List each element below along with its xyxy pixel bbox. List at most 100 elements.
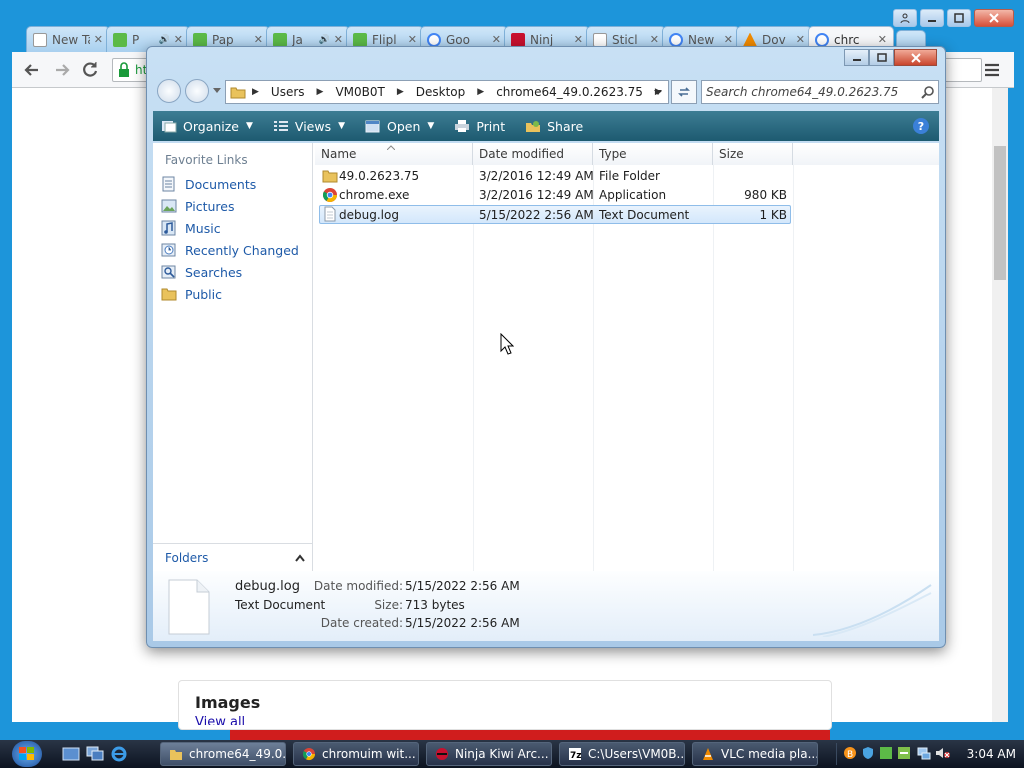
- views-button[interactable]: Views ▼: [273, 119, 345, 134]
- green-app-tray-icon[interactable]: [879, 746, 893, 760]
- breadcrumb-current-folder[interactable]: chrome64_49.0.2623.75: [496, 85, 643, 99]
- close-button[interactable]: [974, 9, 1014, 27]
- column-header-label: Type: [599, 147, 627, 161]
- maximize-button[interactable]: [947, 9, 971, 27]
- reload-icon[interactable]: [80, 60, 100, 80]
- tab-close-icon[interactable]: ✕: [574, 33, 583, 46]
- browser-tab[interactable]: New Ta ✕: [26, 26, 110, 52]
- audio-playing-icon[interactable]: 🔊: [159, 35, 170, 45]
- text-file-large-icon: [168, 579, 210, 635]
- shield-icon[interactable]: [861, 746, 875, 760]
- organize-icon: [162, 121, 177, 133]
- search-input[interactable]: Search chrome64_49.0.2623.75: [701, 80, 939, 104]
- profile-button[interactable]: [893, 9, 917, 27]
- forward-button[interactable]: [185, 79, 209, 103]
- taskbar-button-chrome[interactable]: chromuim wit...: [293, 742, 419, 766]
- tab-close-icon[interactable]: ✕: [334, 33, 343, 46]
- browser-tab-label: Dov: [762, 32, 786, 47]
- explorer-minimize-button[interactable]: [844, 49, 869, 66]
- volume-muted-icon[interactable]: [935, 746, 951, 760]
- page-red-banner: [230, 730, 830, 740]
- taskbar-button-ninja-kiwi[interactable]: Ninja Kiwi Arc...: [426, 742, 552, 766]
- print-icon: [455, 120, 470, 132]
- tab-close-icon[interactable]: ✕: [796, 33, 805, 46]
- view-all-link[interactable]: View all: [195, 715, 245, 725]
- network-app-tray-icon[interactable]: [897, 746, 911, 760]
- details-date-created: 5/15/2022 2:56 AM: [405, 616, 520, 630]
- breadcrumb-separator[interactable]: ▶: [252, 87, 259, 97]
- file-row-selected[interactable]: debug.log 5/15/2022 2:56 AM Text Documen…: [319, 205, 791, 224]
- bitcoin-icon[interactable]: B: [843, 746, 857, 760]
- refresh-button[interactable]: [671, 80, 697, 104]
- breadcrumb-user[interactable]: VM0B0T: [335, 85, 384, 99]
- browser-tab-label: Sticl: [612, 32, 638, 47]
- address-bar[interactable]: ▶ Users ▶ VM0B0T ▶ Desktop ▶ chrome64_49…: [225, 80, 669, 104]
- minimize-button[interactable]: [920, 9, 944, 27]
- tab-close-icon[interactable]: ✕: [408, 33, 417, 46]
- tab-close-icon[interactable]: ✕: [878, 33, 887, 46]
- explorer-close-button[interactable]: [894, 49, 937, 66]
- breadcrumb-separator[interactable]: ▶: [477, 87, 484, 97]
- tab-close-icon[interactable]: ✕: [650, 33, 659, 46]
- tab-close-icon[interactable]: ✕: [174, 33, 183, 46]
- network-icon[interactable]: [917, 746, 931, 760]
- browser-tab-label: P: [132, 32, 140, 47]
- browser-tab-label: Pap: [212, 32, 234, 47]
- back-arrow-icon[interactable]: [22, 60, 42, 80]
- internet-explorer-icon[interactable]: [110, 745, 128, 763]
- favorite-link-music[interactable]: Music: [161, 217, 221, 239]
- share-button[interactable]: Share: [525, 119, 583, 134]
- back-button[interactable]: [157, 79, 181, 103]
- recent-pages-chevron-icon[interactable]: [213, 88, 221, 94]
- favorite-link-pictures[interactable]: Pictures: [161, 195, 235, 217]
- mouse-cursor-icon: [500, 333, 514, 355]
- taskbar-button-explorer[interactable]: chrome64_49.0...: [160, 742, 286, 766]
- explorer-maximize-button[interactable]: [869, 49, 894, 66]
- tab-close-icon[interactable]: ✕: [492, 33, 501, 46]
- breadcrumb-desktop[interactable]: Desktop: [416, 85, 466, 99]
- favorite-link-public[interactable]: Public: [161, 283, 222, 305]
- details-date-modified-label: Date modified:: [313, 579, 403, 593]
- favorite-link-label: Public: [185, 286, 222, 302]
- help-button[interactable]: ?: [913, 118, 929, 134]
- column-header-name[interactable]: Name: [315, 143, 473, 165]
- start-button[interactable]: [12, 741, 42, 767]
- print-button[interactable]: Print: [454, 119, 505, 134]
- file-name: chrome.exe: [339, 188, 410, 202]
- column-header-size[interactable]: Size: [713, 143, 793, 165]
- open-label: Open: [387, 118, 421, 134]
- favorite-link-documents[interactable]: Documents: [161, 173, 256, 195]
- system-tray: B: [836, 743, 956, 765]
- favorite-link-recently-changed[interactable]: Recently Changed: [161, 239, 299, 261]
- forward-arrow-icon[interactable]: [52, 60, 72, 80]
- file-row[interactable]: chrome.exe 3/2/2016 12:49 AM Application…: [319, 186, 791, 205]
- file-row[interactable]: 49.0.2623.75 3/2/2016 12:49 AM File Fold…: [319, 167, 791, 186]
- search-icon[interactable]: [921, 85, 935, 99]
- taskbar-button-vlc[interactable]: VLC media pla...: [692, 742, 818, 766]
- page-scrollbar-thumb[interactable]: [994, 146, 1006, 280]
- address-dropdown-icon[interactable]: [654, 90, 662, 96]
- file-type: Text Document: [599, 208, 690, 222]
- breadcrumb-separator[interactable]: ▶: [317, 87, 324, 97]
- audio-playing-icon[interactable]: 🔊: [319, 35, 330, 45]
- breadcrumb-users[interactable]: Users: [271, 85, 305, 99]
- breadcrumb-separator[interactable]: ▶: [397, 87, 404, 97]
- organize-button[interactable]: Organize ▼: [161, 119, 253, 134]
- favorite-link-searches[interactable]: Searches: [161, 261, 242, 283]
- tab-close-icon[interactable]: ✕: [94, 33, 103, 46]
- menu-icon[interactable]: [982, 60, 1002, 80]
- column-divider: [793, 165, 794, 571]
- taskbar-button-7zip[interactable]: 7z C:\Users\VM0B...: [559, 742, 685, 766]
- explorer-window-controls: [844, 49, 937, 66]
- taskbar-button-label: VLC media pla...: [721, 747, 818, 761]
- column-header-type[interactable]: Type: [593, 143, 713, 165]
- clock[interactable]: 3:04 AM: [967, 747, 1016, 761]
- switch-windows-icon[interactable]: [86, 746, 104, 762]
- open-button[interactable]: Open ▼: [365, 119, 434, 134]
- tab-close-icon[interactable]: ✕: [724, 33, 733, 46]
- show-desktop-icon[interactable]: [62, 746, 80, 762]
- column-header-date-modified[interactable]: Date modified: [473, 143, 593, 165]
- folders-toggle[interactable]: Folders: [153, 543, 313, 571]
- tab-close-icon[interactable]: ✕: [254, 33, 263, 46]
- svg-text:7z: 7z: [570, 751, 582, 761]
